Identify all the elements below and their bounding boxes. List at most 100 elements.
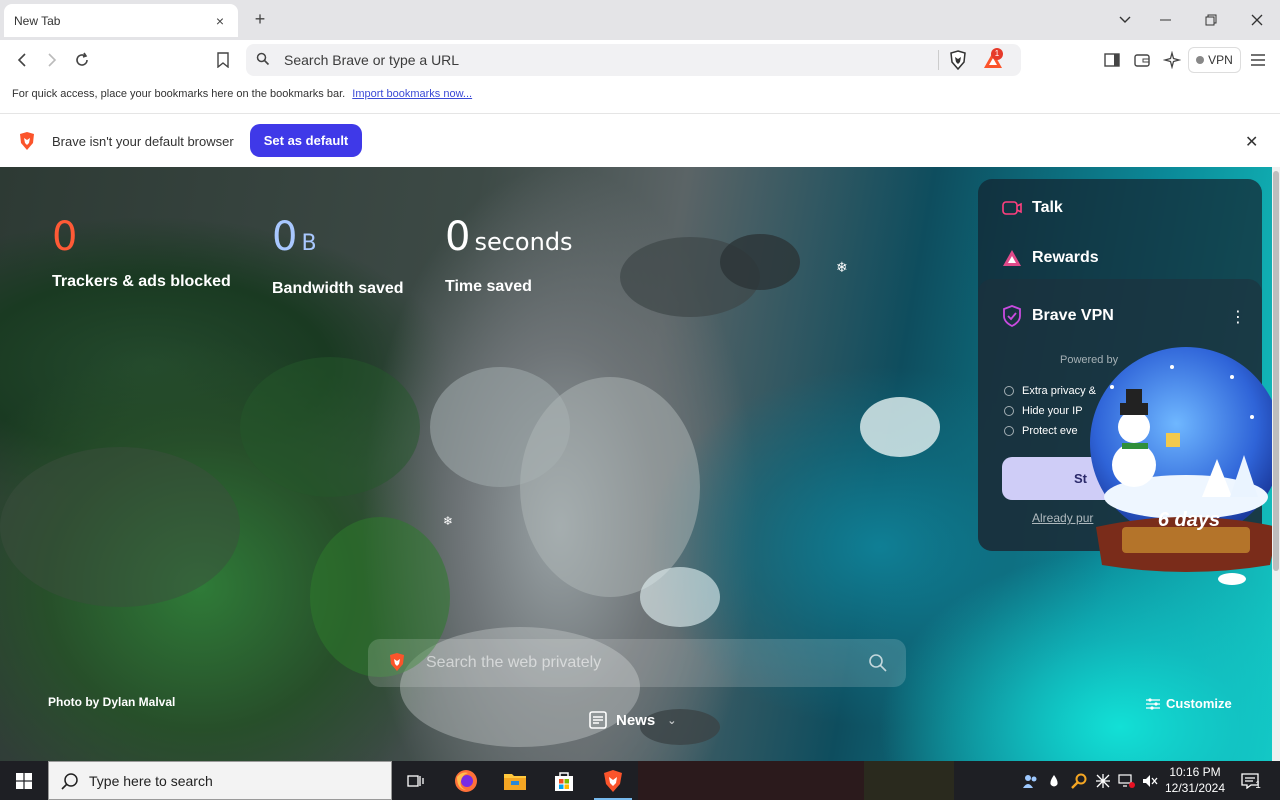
customize-button[interactable]: Customize (1146, 696, 1232, 711)
news-label: News (616, 711, 656, 729)
chevron-down-icon: ⌄ (667, 714, 677, 727)
bandwidth-label: Bandwidth saved (272, 280, 404, 297)
address-bar[interactable]: Search Brave or type a URL 1 (246, 44, 1021, 76)
network-icon[interactable] (1116, 761, 1138, 800)
taskbar-search-box[interactable]: Type here to search (48, 761, 392, 800)
stat-bandwidth: 0B Bandwidth saved (272, 215, 404, 298)
bookmarks-bar: For quick access, place your bookmarks h… (0, 80, 1280, 114)
search-icon[interactable] (868, 653, 888, 678)
reload-icon[interactable] (70, 48, 94, 72)
windows-start-icon[interactable] (0, 761, 48, 800)
import-bookmarks-link[interactable]: Import bookmarks now... (352, 88, 472, 100)
vpn-card-title: Brave VPN (1032, 307, 1114, 324)
time-value: 0 (445, 214, 471, 260)
restore-button[interactable] (1188, 0, 1234, 40)
snow-globe-icon (1090, 347, 1272, 585)
set-as-default-button[interactable]: Set as default (250, 124, 362, 157)
news-icon (589, 711, 607, 729)
vpn-feature: Hide your IP (1004, 405, 1083, 417)
address-divider (938, 50, 939, 70)
tab-close-icon[interactable]: × (212, 13, 228, 29)
forward-icon[interactable] (40, 48, 64, 72)
close-window-button[interactable] (1234, 0, 1280, 40)
stat-trackers: 0 Trackers & ads blocked (52, 215, 231, 291)
sliders-icon (1146, 697, 1160, 710)
web-search-box[interactable]: Search the web privately (368, 639, 906, 687)
scrollbar-thumb[interactable] (1273, 171, 1279, 571)
check-icon (1004, 386, 1014, 396)
stat-time: 0 seconds Time saved (445, 215, 573, 296)
search-icon (256, 52, 270, 71)
bookmarks-bar-message: For quick access, place your bookmarks h… (12, 88, 346, 100)
vpn-button[interactable]: VPN (1188, 47, 1241, 73)
vpn-feature-text: Protect eve (1022, 425, 1078, 437)
clock-time: 10:16 PM (1169, 765, 1221, 779)
talk-label: Talk (1032, 199, 1063, 216)
volume-icon[interactable] (1140, 761, 1160, 800)
infobar-close-icon[interactable]: ✕ (1245, 132, 1258, 152)
taskbar-preview-area (638, 761, 954, 800)
taskbar-clock[interactable]: 10:16 PM 12/31/2024 (1160, 764, 1230, 796)
sidebar-icon[interactable] (1100, 48, 1124, 72)
talk-icon (1002, 201, 1022, 215)
trackers-label: Trackers & ads blocked (52, 273, 231, 290)
people-icon[interactable] (1020, 761, 1042, 800)
time-unit: seconds (474, 228, 573, 256)
brave-shields-icon[interactable] (948, 50, 968, 75)
address-placeholder: Search Brave or type a URL (284, 52, 460, 68)
snowflake-icon: ❄ (836, 259, 848, 275)
vpn-feature-text: Hide your IP (1022, 405, 1083, 417)
tab-strip: New Tab × + (0, 0, 1280, 40)
leo-ai-icon[interactable] (1160, 48, 1184, 72)
countdown-label: 6 days (1157, 509, 1221, 531)
tool-tray-icon[interactable] (1092, 761, 1114, 800)
talk-widget[interactable]: Talk (1002, 199, 1063, 217)
brave-rewards-icon[interactable]: 1 (982, 48, 1004, 75)
brave-lion-icon (18, 131, 36, 156)
snow-globe-countdown: 6 days (1082, 347, 1272, 596)
time-label: Time saved (445, 278, 532, 295)
wallet-icon[interactable] (1130, 48, 1154, 72)
firefox-icon[interactable] (443, 761, 489, 800)
web-search-placeholder: Search the web privately (426, 654, 602, 671)
new-tab-page: 0 Trackers & ads blocked 0B Bandwidth sa… (0, 167, 1272, 761)
vpn-card-header: Brave VPN (1002, 305, 1114, 327)
task-view-icon[interactable] (393, 761, 439, 800)
customize-label: Customize (1166, 696, 1232, 711)
rewards-icon (1003, 250, 1021, 266)
bookmark-icon[interactable] (211, 48, 235, 72)
bandwidth-value: 0 (272, 214, 298, 260)
tab-title: New Tab (14, 13, 61, 28)
notification-count: 1 (1255, 780, 1261, 791)
drop-icon[interactable] (1044, 761, 1064, 800)
bandwidth-unit: B (301, 231, 317, 256)
file-explorer-icon[interactable] (492, 761, 538, 800)
clock-date: 12/31/2024 (1164, 781, 1226, 795)
check-icon (1004, 426, 1014, 436)
vpn-status-dot (1196, 56, 1205, 64)
vpn-button-label: VPN (1208, 53, 1233, 67)
vpn-shield-icon (1003, 305, 1021, 327)
rewards-widget[interactable]: Rewards (1002, 249, 1099, 267)
tab-new-tab[interactable]: New Tab × (4, 4, 238, 37)
search-icon (61, 772, 79, 795)
menu-icon[interactable] (1246, 48, 1270, 72)
news-button[interactable]: News ⌄ (588, 710, 676, 730)
taskbar-search-placeholder: Type here to search (89, 773, 213, 789)
rewards-badge: 1 (991, 48, 1003, 60)
microsoft-store-icon[interactable] (541, 761, 587, 800)
search-tray-icon[interactable] (1068, 761, 1090, 800)
photo-credit[interactable]: Photo by Dylan Malval (48, 695, 175, 709)
brave-search-icon (388, 652, 406, 677)
vpn-feature: Protect eve (1004, 425, 1078, 437)
new-tab-button[interactable]: + (249, 8, 271, 30)
minimize-button[interactable] (1142, 0, 1188, 40)
brave-taskbar-icon[interactable] (590, 761, 636, 800)
notifications-icon[interactable]: 1 (1236, 761, 1266, 800)
check-icon (1004, 406, 1014, 416)
vpn-more-icon[interactable]: ⋮ (1230, 307, 1246, 327)
windows-taskbar: Type here to search 10:16 PM 12/31/2024 (0, 761, 1280, 800)
back-icon[interactable] (10, 48, 34, 72)
page-scrollbar[interactable] (1272, 167, 1280, 761)
snowflake-icon: ❄ (443, 514, 454, 528)
